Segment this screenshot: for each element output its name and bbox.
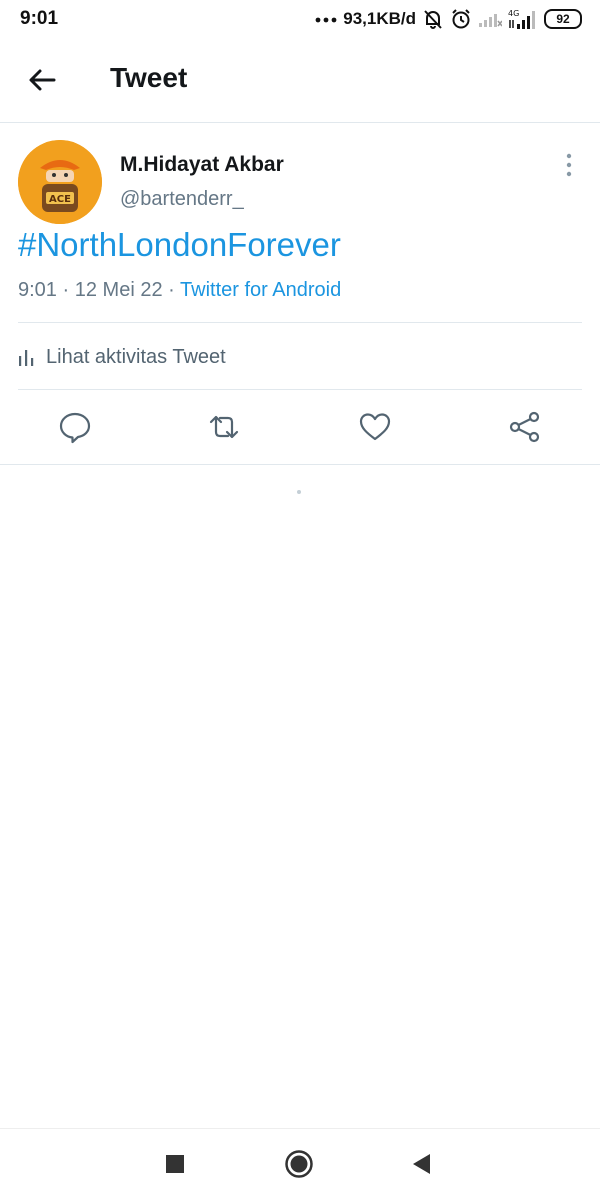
author-name[interactable]: M.Hidayat Akbar xyxy=(120,153,284,177)
divider xyxy=(18,322,582,323)
analytics-icon xyxy=(19,350,34,366)
reply-icon[interactable] xyxy=(58,410,92,444)
mute-bell-icon xyxy=(424,10,442,29)
app-header: Tweet xyxy=(0,38,600,123)
author-handle[interactable]: @bartenderr_ xyxy=(120,188,244,211)
like-icon[interactable] xyxy=(358,410,392,444)
4g-signal-icon: 4G xyxy=(508,9,535,29)
recents-square-icon[interactable] xyxy=(160,1149,190,1179)
back-arrow-icon[interactable] xyxy=(24,62,60,98)
share-icon[interactable] xyxy=(508,410,542,444)
home-circle-icon[interactable] xyxy=(284,1149,314,1179)
status-time: 9:01 xyxy=(20,8,59,29)
tweet-time: 9:01 xyxy=(18,279,57,301)
battery-icon: 92 xyxy=(544,9,582,29)
tweet-meta: 9:01 · 12 Mei 22 · Twitter for Android xyxy=(18,279,341,302)
retweet-icon[interactable] xyxy=(207,410,241,444)
system-nav-bar xyxy=(0,1128,600,1201)
net-speed: 93,1KB/d xyxy=(343,9,416,28)
status-bar: 9:01 93,1KB/d 4G 92 xyxy=(0,0,600,38)
tweet-actions xyxy=(0,390,600,465)
activity-label: Lihat aktivitas Tweet xyxy=(46,345,226,368)
avatar-image: ACE xyxy=(18,140,102,224)
svg-text:4G: 4G xyxy=(508,9,519,18)
dots-icon xyxy=(315,17,337,23)
meta-separator: · xyxy=(168,279,175,301)
more-options-icon[interactable] xyxy=(560,152,578,178)
avatar[interactable]: ACE xyxy=(18,140,102,224)
tweet-source-link[interactable]: Twitter for Android xyxy=(180,279,341,301)
avatar-text: ACE xyxy=(49,194,71,205)
tweet-date: 12 Mei 22 xyxy=(74,279,163,301)
alarm-icon xyxy=(452,9,470,29)
tweet-activity-link[interactable]: Lihat aktivitas Tweet xyxy=(18,340,226,374)
status-icons: 93,1KB/d 4G 92 xyxy=(315,6,582,32)
tweet-hashtag[interactable]: #NorthLondonForever xyxy=(18,226,341,264)
loading-indicator xyxy=(297,490,301,494)
meta-separator: · xyxy=(62,279,70,301)
page-title: Tweet xyxy=(110,62,188,93)
back-triangle-icon[interactable] xyxy=(408,1149,438,1179)
signal-icon xyxy=(479,14,502,27)
